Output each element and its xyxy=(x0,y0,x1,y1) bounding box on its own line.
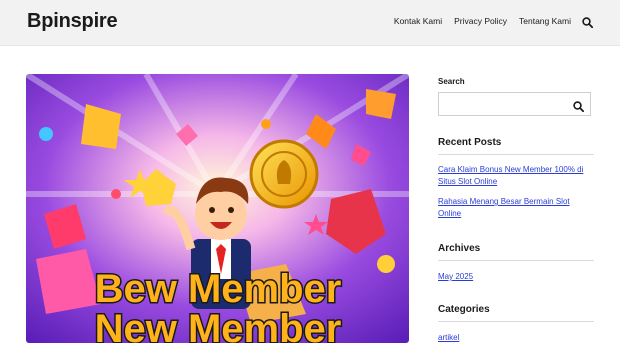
category-link[interactable]: artikel xyxy=(438,332,594,344)
categories-divider xyxy=(438,321,594,322)
search-input[interactable] xyxy=(443,97,572,113)
recent-posts-title: Recent Posts xyxy=(438,137,502,148)
archives-title: Archives xyxy=(438,243,481,254)
recent-post-link[interactable]: Rahasia Menang Besar Bermain Slot Online xyxy=(438,196,594,220)
search-icon[interactable] xyxy=(582,15,594,29)
archives-divider xyxy=(438,260,594,261)
categories-title: Categories xyxy=(438,304,490,315)
hero-text-line2: New Member xyxy=(95,307,342,343)
recent-posts-divider xyxy=(438,154,594,155)
nav-item-privacy-policy[interactable]: Privacy Policy xyxy=(454,16,507,26)
site-title[interactable]: Bpinspire xyxy=(27,10,118,33)
search-submit-icon[interactable] xyxy=(573,99,585,113)
hero-text-line1: Bew Member xyxy=(95,267,342,311)
featured-image[interactable]: Bew Member New Member xyxy=(26,74,409,343)
archive-link[interactable]: May 2025 xyxy=(438,271,594,283)
search-field[interactable] xyxy=(438,92,591,116)
nav-item-kontak-kami[interactable]: Kontak Kami xyxy=(394,16,442,26)
search-widget-label: Search xyxy=(438,77,465,86)
main-nav: Kontak Kami Privacy Policy Tentang Kami xyxy=(382,15,594,29)
recent-post-link[interactable]: Cara Klaim Bonus New Member 100% di Situ… xyxy=(438,164,594,188)
site-header: Bpinspire Kontak Kami Privacy Policy Ten… xyxy=(0,0,620,46)
nav-item-tentang-kami[interactable]: Tentang Kami xyxy=(519,16,571,26)
